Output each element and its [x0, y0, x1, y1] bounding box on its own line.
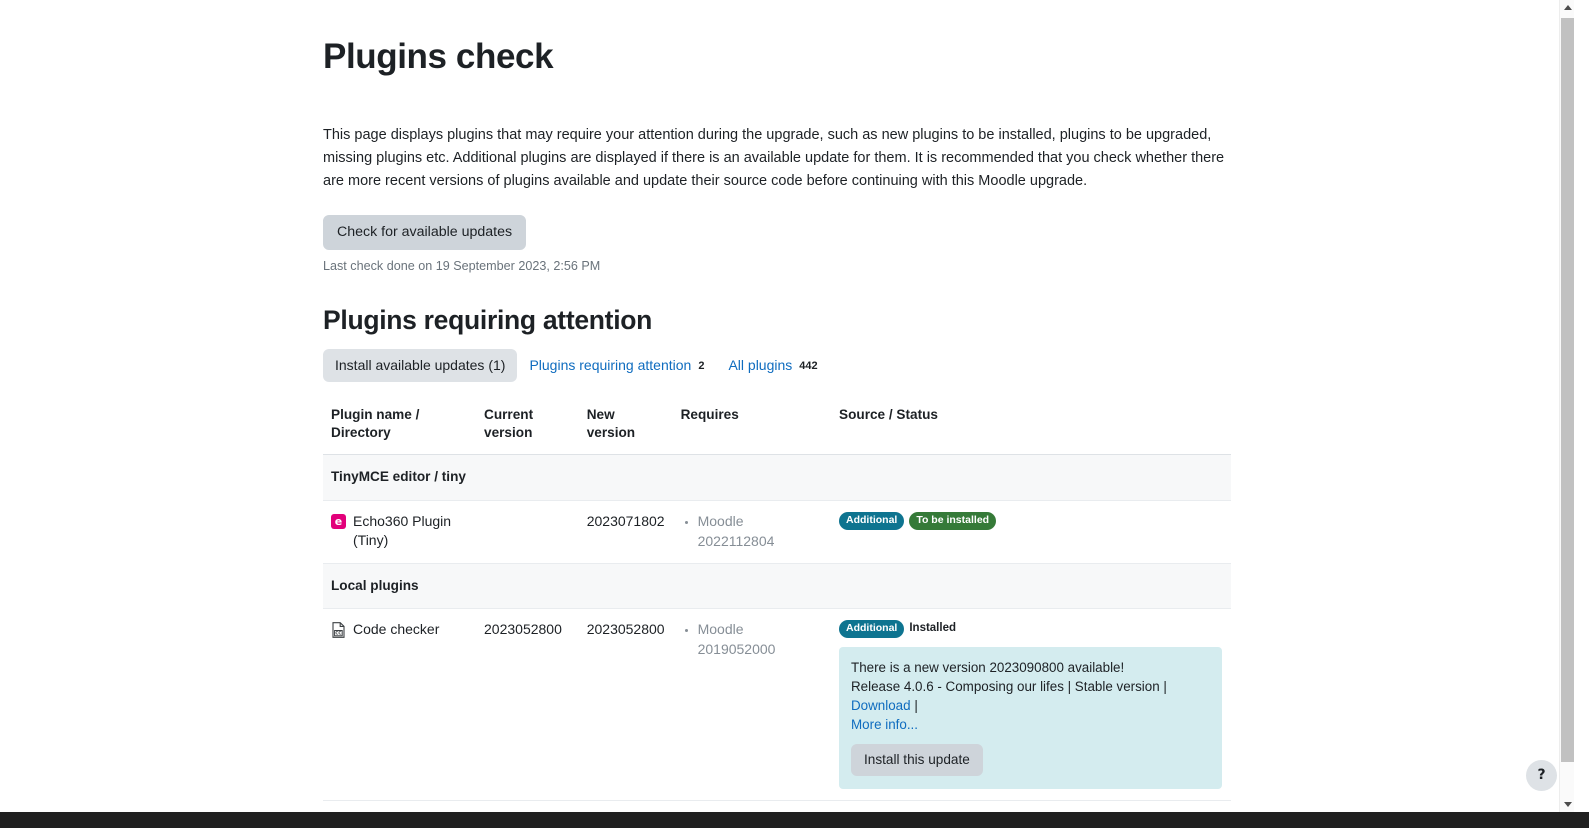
header-line-2: version — [484, 424, 533, 440]
requires-item: Moodle 2019052000 — [698, 620, 823, 660]
header-new-version: New version — [578, 395, 673, 456]
code-checker-icon: CC — [331, 622, 346, 639]
group-label: Local plugins — [323, 563, 1231, 610]
requires-list: Moodle 2019052000 — [681, 620, 823, 660]
cell-plugin-name: CC Code checker — [323, 608, 477, 802]
status-badge-additional: Additional — [839, 620, 905, 639]
table-group-header-row: TinyMCE editor / tiny — [323, 454, 1231, 501]
main-column: Plugins check This page displays plugins… — [323, 0, 1233, 812]
update-release-line: Release 4.0.6 - Composing our lifes | St… — [851, 677, 1210, 715]
cell-current-version: 2023052800 — [476, 608, 579, 802]
cell-requires: Moodle 2022112804 — [672, 500, 832, 564]
tab-label: Install available updates (1) — [335, 356, 506, 373]
plugin-name-text: Code checker — [353, 621, 440, 638]
tab-count: 2 — [698, 359, 705, 372]
header-source-status: Source / Status — [831, 395, 1231, 456]
page-content: Plugins check This page displays plugins… — [0, 0, 1574, 812]
group-label: TinyMCE editor / tiny — [323, 454, 1231, 501]
tab-label: Plugins requiring attention — [529, 356, 692, 373]
scroll-up-arrow-icon[interactable] — [1560, 0, 1574, 15]
echo360-icon: e — [331, 513, 346, 529]
header-plugin-name: Plugin name / Directory — [323, 395, 477, 456]
section-title: Plugins requiring attention — [323, 304, 653, 335]
header-line-2: version — [586, 424, 636, 440]
plugins-check-table: Plugin name / Directory Current version … — [323, 395, 1231, 802]
check-for-available-updates-button[interactable]: Check for available updates — [323, 214, 527, 250]
requires-list: Moodle 2022112804 — [681, 512, 823, 552]
link-separator: | — [914, 698, 918, 714]
last-check-timestamp: Last check done on 19 September 2023, 2:… — [323, 258, 601, 273]
header-line-1: Source / Status — [839, 406, 938, 422]
table-head: Plugin name / Directory Current version … — [323, 395, 1231, 456]
update-more-info-line: More info... — [851, 715, 1210, 734]
check-updates-wrapper: Check for available updates — [323, 214, 1233, 250]
more-info-link[interactable]: More info... — [851, 717, 918, 732]
cell-new-version: 2023052800 — [578, 608, 673, 802]
cell-current-version — [476, 500, 579, 564]
tab-label: All plugins — [728, 356, 793, 373]
install-this-update-button[interactable]: Install this update — [851, 744, 983, 777]
plugin-name-text: Echo360 Plugin (Tiny) — [353, 512, 451, 551]
header-line-1: New — [586, 406, 615, 422]
header-line-2: Directory — [331, 424, 391, 440]
header-line-1: Plugin name / — [331, 406, 420, 422]
tab-count: 442 — [799, 359, 818, 372]
status-badges: Additional Installed — [839, 620, 1223, 639]
svg-text:CC: CC — [335, 631, 341, 636]
plugins-tabs: Install available updates (1) Plugins re… — [323, 348, 1233, 382]
cell-source-status: Additional Installed There is a new vers… — [831, 608, 1231, 802]
cell-new-version: 2023071802 — [578, 500, 673, 564]
table-row: CC Code checker 2023052800 2023052800 Mo… — [323, 608, 1231, 802]
plugin-name-line-1: Echo360 Plugin — [353, 512, 452, 529]
table-row: e Echo360 Plugin (Tiny) 2023071802 • Moo… — [323, 500, 1231, 564]
status-text-installed: Installed — [909, 622, 956, 635]
header-line-1: Requires — [680, 406, 739, 422]
status-badge-additional: Additional — [839, 511, 905, 530]
table-group-header-row: Local plugins — [323, 563, 1231, 610]
tab-install-available-updates[interactable]: Install available updates (1) — [323, 348, 518, 382]
cell-source-status: Additional To be installed — [831, 500, 1231, 564]
plugin-name-line-2: (Tiny) — [353, 532, 389, 549]
tab-all-plugins[interactable]: All plugins 442 — [716, 349, 829, 382]
floating-help-button[interactable]: ? — [1526, 760, 1557, 791]
update-release-text: Release 4.0.6 - Composing our lifes | St… — [851, 679, 1167, 695]
available-update-notification: There is a new version 2023090800 availa… — [839, 647, 1223, 790]
table-body: TinyMCE editor / tiny e Echo360 Plugin (… — [323, 454, 1231, 802]
tab-plugins-requiring-attention[interactable]: Plugins requiring attention 2 — [517, 349, 716, 382]
header-line-1: Current — [484, 406, 534, 422]
page-viewport: Plugins check This page displays plugins… — [0, 0, 1574, 812]
vertical-scrollbar[interactable] — [1559, 0, 1574, 812]
scroll-down-arrow-icon[interactable] — [1560, 797, 1574, 812]
update-headline: There is a new version 2023090800 availa… — [851, 660, 1125, 676]
status-badge-to-be-installed: To be installed — [909, 511, 997, 530]
table-header-row: Plugin name / Directory Current version … — [323, 395, 1231, 456]
header-current-version: Current version — [476, 395, 579, 456]
page-title: Plugins check — [323, 37, 554, 76]
download-link[interactable]: Download — [851, 698, 911, 713]
intro-paragraph: This page displays plugins that may requ… — [323, 127, 1225, 189]
requires-item: Moodle 2022112804 — [698, 512, 823, 552]
bottom-bar — [0, 812, 1589, 828]
header-requires: Requires — [672, 395, 832, 456]
scrollbar-thumb[interactable] — [1561, 18, 1574, 762]
cell-requires: Moodle 2019052000 — [672, 608, 832, 802]
status-badges: Additional To be installed — [839, 511, 1223, 530]
cell-plugin-name: e Echo360 Plugin (Tiny) — [323, 500, 477, 564]
